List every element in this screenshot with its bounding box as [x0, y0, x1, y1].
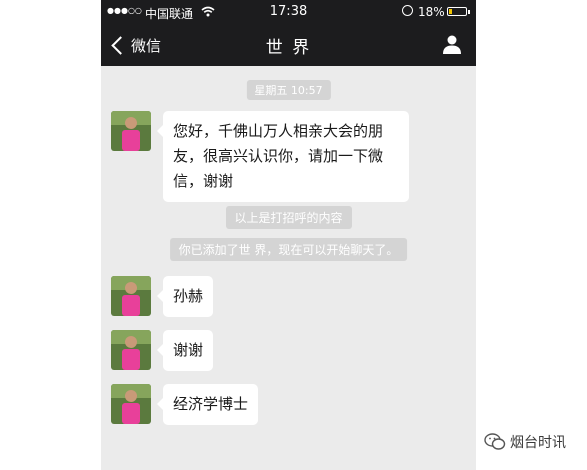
avatar[interactable]: [111, 111, 151, 151]
nav-bar: 微信 世 界: [101, 24, 476, 66]
avatar[interactable]: [111, 330, 151, 370]
battery-fill: [449, 9, 452, 14]
wechat-logo-icon: [484, 433, 506, 450]
avatar-photo: [111, 384, 151, 424]
avatar-photo: [111, 330, 151, 370]
battery-percent: 18%: [418, 5, 445, 19]
person-icon[interactable]: [442, 34, 462, 54]
status-bar: ●●●○○ 中国联通 17:38 18%: [101, 0, 476, 24]
watermark: 烟台时讯: [484, 432, 566, 452]
battery-icon: [447, 7, 467, 16]
avatar-photo: [111, 276, 151, 316]
message-bubble: 经济学博士: [156, 384, 259, 425]
orientation-lock-icon: [402, 5, 413, 16]
avatar-photo: [111, 111, 151, 151]
system-note: 你已添加了世 界，现在可以开始聊天了。: [169, 238, 408, 261]
chat-timestamp: 星期五 10:57: [246, 80, 331, 100]
watermark-text: 烟台时讯: [510, 435, 566, 451]
avatar[interactable]: [111, 276, 151, 316]
message-bubble: 您好，千佛山万人相亲大会的朋友，很高兴认识你，请加一下微信，谢谢: [157, 111, 409, 202]
chat-title: 世 界: [265, 38, 312, 58]
message-bubble: 谢谢: [156, 330, 214, 371]
battery-tip: [468, 10, 470, 14]
system-note: 以上是打招呼的内容: [225, 206, 352, 229]
message-bubble: 孙赫: [156, 276, 214, 317]
avatar[interactable]: [111, 384, 151, 424]
phone-screen: ●●●○○ 中国联通 17:38 18% 微信 世 界 星期五 10:57 您好…: [101, 0, 476, 470]
